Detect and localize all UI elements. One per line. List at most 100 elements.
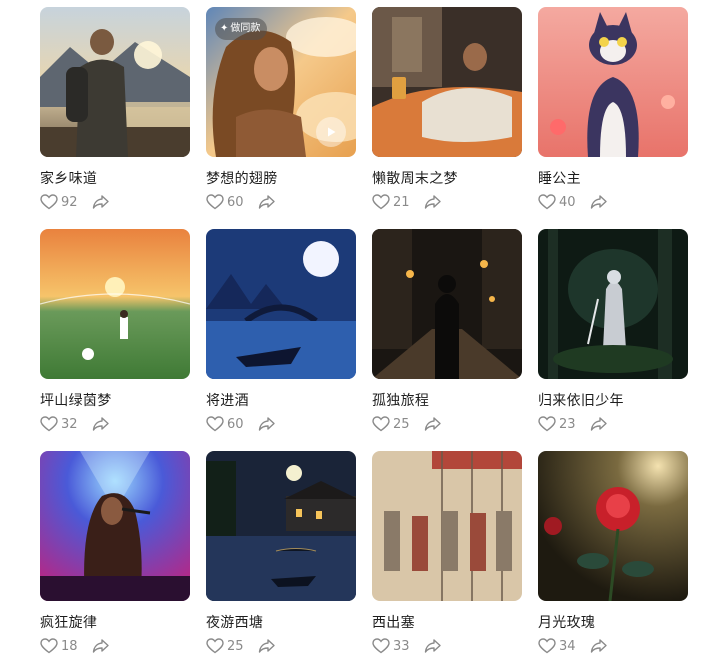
- like-button[interactable]: 33: [372, 638, 410, 654]
- share-icon: [92, 195, 109, 209]
- work-meta: 60: [206, 192, 356, 212]
- like-button[interactable]: 92: [40, 194, 78, 210]
- work-title[interactable]: 疯狂旋律: [40, 612, 190, 632]
- work-thumbnail[interactable]: [206, 229, 356, 379]
- heart-icon: [538, 638, 556, 654]
- play-button[interactable]: [316, 117, 346, 147]
- work-card[interactable]: 懒散周末之梦 21: [372, 7, 522, 212]
- hiker-sunset-image: [40, 7, 190, 157]
- concert-singer-image: [40, 451, 190, 601]
- work-title[interactable]: 坪山绿茵梦: [40, 390, 190, 410]
- heart-icon: [40, 194, 58, 210]
- work-meta: 21: [372, 192, 522, 212]
- like-count: 25: [227, 638, 244, 654]
- make-same-badge[interactable]: ✦ 做同款: [215, 18, 268, 40]
- share-icon: [424, 417, 441, 431]
- water-town-image: [206, 451, 356, 601]
- share-button[interactable]: [424, 416, 442, 432]
- work-thumbnail[interactable]: [206, 451, 356, 601]
- share-icon: [590, 639, 607, 653]
- work-title[interactable]: 月光玫瑰: [538, 612, 688, 632]
- share-button[interactable]: [590, 194, 608, 210]
- heart-icon: [40, 638, 58, 654]
- man-lounging-image: [372, 7, 522, 157]
- like-count: 60: [227, 416, 244, 432]
- share-icon: [258, 639, 275, 653]
- heart-icon: [538, 194, 556, 210]
- like-button[interactable]: 32: [40, 416, 78, 432]
- work-card[interactable]: 疯狂旋律 18: [40, 451, 190, 656]
- work-thumbnail[interactable]: [372, 7, 522, 157]
- night-street-image: [372, 229, 522, 379]
- ancient-soldiers-image: [372, 451, 522, 601]
- work-thumbnail[interactable]: [40, 7, 190, 157]
- moon-bridge-image: [206, 229, 356, 379]
- work-meta: 23: [538, 414, 688, 434]
- work-card[interactable]: 睡公主 40: [538, 7, 688, 212]
- work-title[interactable]: 西出塞: [372, 612, 522, 632]
- works-grid: 家乡味道 92 ✦ 做同款 梦想的翅膀 60 懒散周末之梦 21 睡公主 40 …: [0, 0, 707, 670]
- work-thumbnail[interactable]: ✦ 做同款: [206, 7, 356, 157]
- work-title[interactable]: 将进酒: [206, 390, 356, 410]
- football-field-image: [40, 229, 190, 379]
- share-icon: [258, 417, 275, 431]
- work-title[interactable]: 家乡味道: [40, 168, 190, 188]
- like-button[interactable]: 25: [206, 638, 244, 654]
- red-rose-image: [538, 451, 688, 601]
- share-icon: [258, 195, 275, 209]
- heart-icon: [372, 638, 390, 654]
- work-meta: 40: [538, 192, 688, 212]
- work-thumbnail[interactable]: [40, 451, 190, 601]
- work-thumbnail[interactable]: [40, 229, 190, 379]
- work-card[interactable]: ✦ 做同款 梦想的翅膀 60: [206, 7, 356, 212]
- work-thumbnail[interactable]: [538, 451, 688, 601]
- share-button[interactable]: [258, 638, 276, 654]
- like-button[interactable]: 40: [538, 194, 576, 210]
- like-count: 92: [61, 194, 78, 210]
- like-button[interactable]: 60: [206, 416, 244, 432]
- work-thumbnail[interactable]: [372, 229, 522, 379]
- work-card[interactable]: 家乡味道 92: [40, 7, 190, 212]
- heart-icon: [372, 194, 390, 210]
- work-card[interactable]: 夜游西塘 25: [206, 451, 356, 656]
- work-meta: 33: [372, 636, 522, 656]
- share-button[interactable]: [590, 416, 608, 432]
- heart-icon: [538, 416, 556, 432]
- work-card[interactable]: 孤独旅程 25: [372, 229, 522, 434]
- share-icon: [92, 417, 109, 431]
- like-count: 25: [393, 416, 410, 432]
- work-card[interactable]: 西出塞 33: [372, 451, 522, 656]
- share-button[interactable]: [590, 638, 608, 654]
- share-button[interactable]: [258, 194, 276, 210]
- work-card[interactable]: 将进酒 60: [206, 229, 356, 434]
- like-button[interactable]: 18: [40, 638, 78, 654]
- heart-icon: [40, 416, 58, 432]
- work-title[interactable]: 懒散周末之梦: [372, 168, 522, 188]
- work-meta: 92: [40, 192, 190, 212]
- share-button[interactable]: [424, 638, 442, 654]
- like-button[interactable]: 60: [206, 194, 244, 210]
- share-button[interactable]: [258, 416, 276, 432]
- work-card[interactable]: 坪山绿茵梦 32: [40, 229, 190, 434]
- share-button[interactable]: [424, 194, 442, 210]
- like-button[interactable]: 34: [538, 638, 576, 654]
- work-card[interactable]: 归来依旧少年 23: [538, 229, 688, 434]
- work-thumbnail[interactable]: [538, 7, 688, 157]
- like-button[interactable]: 21: [372, 194, 410, 210]
- share-button[interactable]: [92, 194, 110, 210]
- make-same-label: 做同款: [230, 23, 261, 34]
- share-button[interactable]: [92, 416, 110, 432]
- work-title[interactable]: 睡公主: [538, 168, 688, 188]
- work-meta: 25: [372, 414, 522, 434]
- work-title[interactable]: 夜游西塘: [206, 612, 356, 632]
- work-card[interactable]: 月光玫瑰 34: [538, 451, 688, 656]
- work-thumbnail[interactable]: [372, 451, 522, 601]
- like-button[interactable]: 23: [538, 416, 576, 432]
- work-thumbnail[interactable]: [538, 229, 688, 379]
- work-title[interactable]: 孤独旅程: [372, 390, 522, 410]
- share-button[interactable]: [92, 638, 110, 654]
- like-button[interactable]: 25: [372, 416, 410, 432]
- work-title[interactable]: 梦想的翅膀: [206, 168, 356, 188]
- like-count: 18: [61, 638, 78, 654]
- work-title[interactable]: 归来依旧少年: [538, 390, 688, 410]
